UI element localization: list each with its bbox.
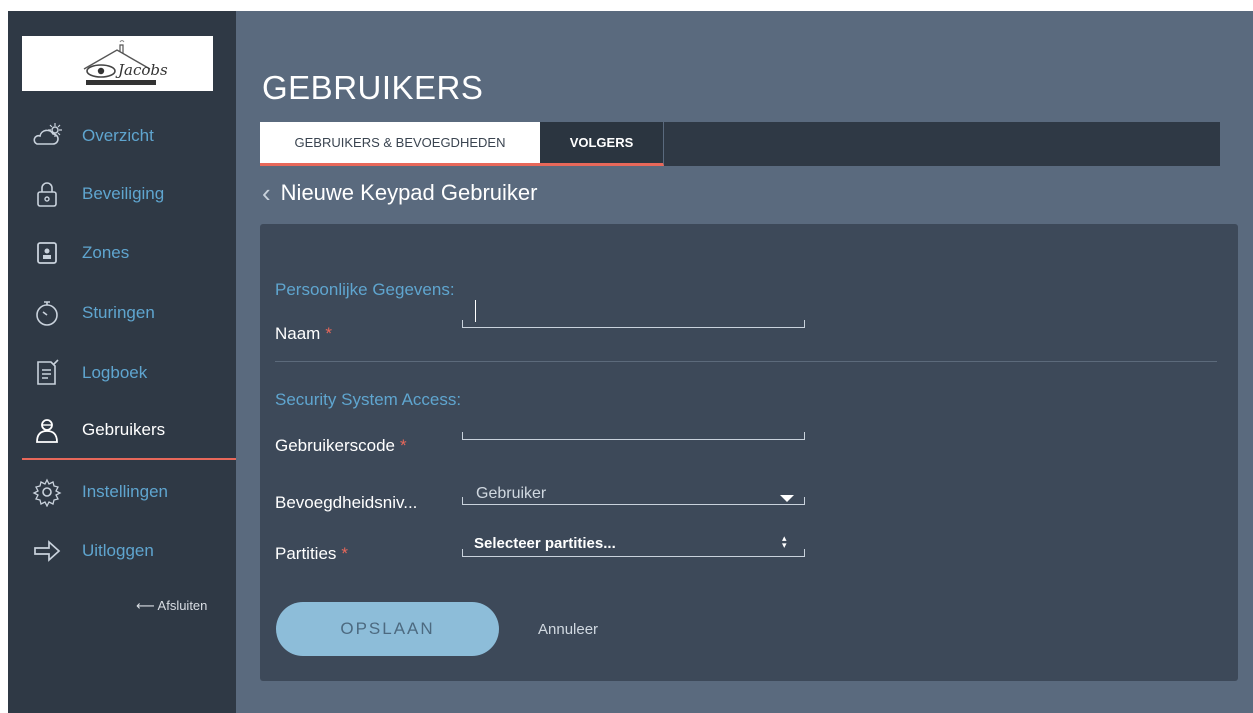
sidebar-item-label: Beveiliging [82, 184, 165, 203]
page-subtitle: Nieuwe Keypad Gebruiker [280, 180, 538, 205]
sidebar-item-label: Sturingen [82, 303, 155, 322]
sidebar-item-beveiliging[interactable]: Beveiliging [22, 165, 236, 223]
page-title: GEBRUIKERS [262, 69, 484, 106]
sidebar-item-overzicht[interactable]: Overzicht [22, 107, 236, 165]
sidebar-item-label: Overzicht [82, 126, 154, 145]
sidebar-item-zones[interactable]: Zones [22, 224, 236, 282]
tab-bar: GEBRUIKERS & BEVOEGDHEDEN VOLGERS [260, 122, 1220, 166]
sidebar-item-gebruikers[interactable]: Gebruikers [22, 402, 236, 460]
code-label: Gebruikerscode * [275, 436, 407, 455]
section-heading-access: Security System Access: [275, 390, 462, 409]
sidebar-item-label: Zones [82, 243, 130, 262]
cloud-sun-icon [32, 121, 66, 151]
level-select-value: Gebruiker [476, 485, 547, 502]
sidebar-item-sturingen[interactable]: Sturingen [22, 284, 236, 342]
logbook-icon [32, 358, 66, 388]
section-heading-personal: Persoonlijke Gegevens: [275, 280, 455, 299]
partitions-label: Partities * [275, 544, 349, 563]
exit-link[interactable]: ⟵ Afsluiten [136, 598, 207, 614]
sidebar: Jacobs Overzicht Beveiliging Zones Sturi… [8, 11, 236, 713]
section-divider [275, 361, 1217, 362]
user-code-field[interactable] [462, 432, 805, 440]
sidebar-item-uitloggen[interactable]: Uitloggen [22, 522, 236, 580]
logout-arrow-icon [32, 536, 66, 566]
select-updown-icon: ▴ ▾ [782, 533, 787, 550]
form-panel: Persoonlijke Gegevens: Naam * Security Sy… [260, 224, 1238, 681]
app-frame: Jacobs Overzicht Beveiliging Zones Sturi… [8, 11, 1253, 713]
chevron-left-icon: ‹ [262, 177, 271, 208]
name-label: Naam * [275, 324, 332, 343]
sidebar-item-label: Logboek [82, 363, 148, 382]
dropdown-arrow-icon [780, 495, 794, 502]
tab-users-permissions[interactable]: GEBRUIKERS & BEVOEGDHEDEN [260, 122, 540, 166]
user-icon [32, 415, 66, 445]
lock-icon [32, 179, 66, 209]
tab-followers[interactable]: VOLGERS [540, 122, 664, 166]
back-navigation[interactable]: ‹ Nieuwe Keypad Gebruiker [260, 177, 537, 209]
name-field[interactable] [462, 320, 805, 328]
partitions-select-value: Selecteer partities... [474, 535, 616, 552]
timer-icon [32, 298, 66, 328]
sidebar-item-label: Gebruikers [82, 420, 166, 439]
text-cursor [475, 300, 476, 322]
sidebar-item-label: Instellingen [82, 482, 169, 501]
brand-logo: Jacobs [22, 36, 213, 91]
sidebar-item-label: Uitloggen [82, 541, 154, 560]
save-button[interactable]: OPSLAAN [276, 602, 499, 656]
zone-sensor-icon [32, 238, 66, 268]
gear-icon [32, 477, 66, 507]
cancel-link[interactable]: Annuleer [538, 621, 598, 638]
svg-text:Jacobs: Jacobs [115, 61, 168, 79]
sidebar-item-logboek[interactable]: Logboek [22, 344, 236, 402]
sidebar-item-instellingen[interactable]: Instellingen [22, 463, 236, 521]
level-label: Bevoegdheidsniv... [275, 493, 418, 512]
